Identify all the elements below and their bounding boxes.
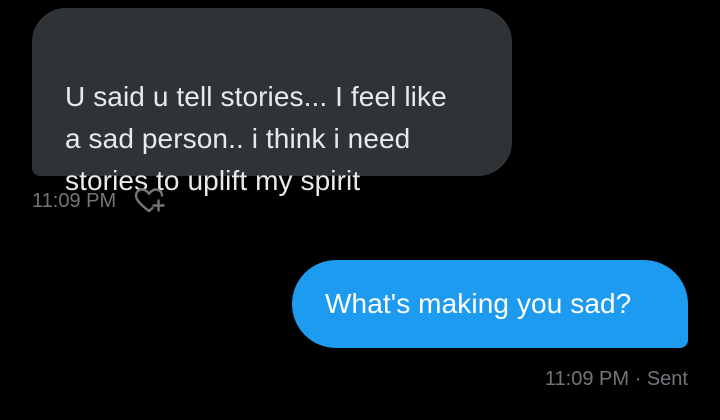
heart-plus-icon[interactable]: [132, 186, 168, 216]
heart-plus-icon-graphic: [134, 188, 165, 213]
message-received[interactable]: U said u tell stories... I feel like a s…: [32, 8, 512, 196]
message-sent-status: Sent: [646, 368, 688, 390]
meta-separator: ·: [634, 368, 642, 390]
message-received-text: U said u tell stories... I feel like a s…: [65, 81, 447, 196]
message-sent-text: What's making you sad?: [325, 288, 632, 319]
message-sent-meta: 11:09 PM · Sent: [545, 364, 688, 394]
message-received-time: 11:09 PM: [32, 190, 117, 212]
message-sent-time: 11:09 PM: [544, 368, 630, 390]
message-sent[interactable]: What's making you sad?: [292, 260, 688, 348]
message-received-meta: 11:09 PM: [32, 186, 168, 216]
